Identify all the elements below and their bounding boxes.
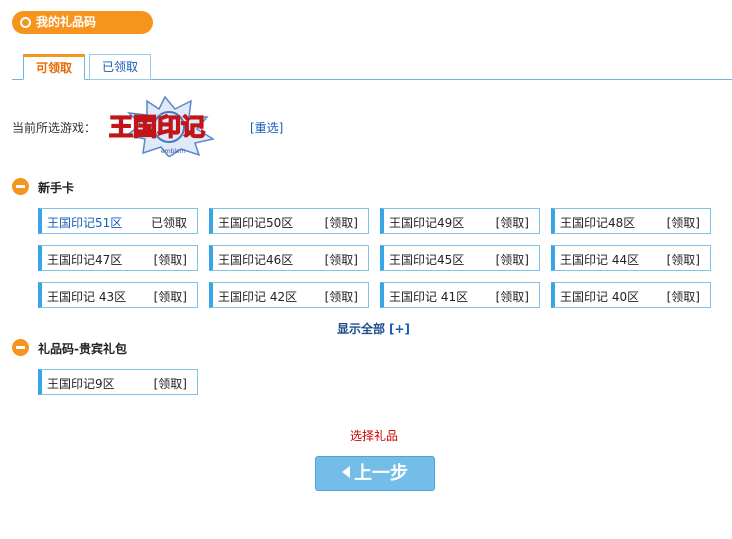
- claim-link[interactable]: [领取]: [325, 288, 358, 305]
- gift-card: 王国印记 44区 [领取]: [551, 245, 711, 271]
- gift-card: 王国印记48区 [领取]: [551, 208, 711, 234]
- gift-card-server: 王国印记 43区: [47, 290, 127, 304]
- claim-link[interactable]: [领取]: [154, 375, 187, 392]
- claim-link[interactable]: [领取]: [154, 288, 187, 305]
- claim-link[interactable]: 已领取: [151, 214, 187, 231]
- gift-card: 王国印记51区 已领取: [38, 208, 198, 234]
- prev-step-button[interactable]: 上一步: [315, 456, 435, 491]
- gift-card: 王国印记 40区 [领取]: [551, 282, 711, 308]
- section-newbie-title: 新手卡: [38, 181, 75, 195]
- gift-card: 王国印记45区 [领取]: [380, 245, 540, 271]
- claim-link[interactable]: [领取]: [496, 288, 529, 305]
- svg-text:emblem: emblem: [161, 148, 186, 155]
- gift-card-server: 王国印记45区: [389, 253, 465, 267]
- collapse-icon[interactable]: [12, 339, 29, 356]
- claim-link[interactable]: [领取]: [496, 214, 529, 231]
- gift-card: 王国印记46区 [领取]: [209, 245, 369, 271]
- claim-link[interactable]: [领取]: [667, 214, 700, 231]
- claim-link[interactable]: [领取]: [496, 251, 529, 268]
- gift-card-server: 王国印记48区: [560, 216, 636, 230]
- page-title-text: 我的礼品码: [36, 15, 97, 29]
- gift-card: 王国印记9区 [领取]: [38, 369, 198, 395]
- gift-card-server: 王国印记46区: [218, 253, 294, 267]
- gift-card: 王国印记 43区 [领取]: [38, 282, 198, 308]
- page-title: 我的礼品码: [12, 11, 153, 34]
- gift-card-server: 王国印记 44区: [560, 253, 640, 267]
- gift-card: 王国印记50区 [领取]: [209, 208, 369, 234]
- show-all-plus: [+]: [389, 322, 411, 336]
- gift-card-server: 王国印记9区: [47, 377, 115, 391]
- claim-link[interactable]: [领取]: [667, 288, 700, 305]
- reselect-link[interactable]: [重选]: [250, 119, 283, 136]
- gift-card: 王国印记47区 [领取]: [38, 245, 198, 271]
- gift-card-server: 王国印记51区: [47, 216, 123, 230]
- show-all-link[interactable]: 显示全部 [+]: [337, 320, 410, 337]
- current-game-label: 当前所选游戏：: [12, 121, 97, 135]
- claim-link[interactable]: [领取]: [325, 251, 358, 268]
- choose-gift-label: 选择礼品: [350, 429, 399, 443]
- prev-step-label: 上一步: [354, 463, 408, 484]
- claim-link[interactable]: [领取]: [325, 214, 358, 231]
- gift-card-server: 王国印记49区: [389, 216, 465, 230]
- show-all-text: 显示全部: [337, 322, 386, 336]
- game-logo: 王国印记 emblem: [108, 95, 215, 157]
- tab-available[interactable]: 可领取: [23, 54, 85, 80]
- svg-text:王国印记: 王国印记: [109, 113, 205, 141]
- claim-link[interactable]: [领取]: [667, 251, 700, 268]
- gift-card-server: 王国印记 42区: [218, 290, 298, 304]
- gift-card-server: 王国印记50区: [218, 216, 294, 230]
- circle-icon: [20, 17, 31, 28]
- gift-card-server: 王国印记 41区: [389, 290, 469, 304]
- gift-card-server: 王国印记 40区: [560, 290, 640, 304]
- gift-card-server: 王国印记47区: [47, 253, 123, 267]
- claim-link[interactable]: [领取]: [154, 251, 187, 268]
- gift-card: 王国印记 41区 [领取]: [380, 282, 540, 308]
- gift-card: 王国印记49区 [领取]: [380, 208, 540, 234]
- tab-claimed[interactable]: 已领取: [89, 54, 151, 80]
- arrow-left-icon: [342, 466, 350, 478]
- gift-card: 王国印记 42区 [领取]: [209, 282, 369, 308]
- section-vip-title: 礼品码-贵宾礼包: [38, 342, 127, 356]
- collapse-icon[interactable]: [12, 178, 29, 195]
